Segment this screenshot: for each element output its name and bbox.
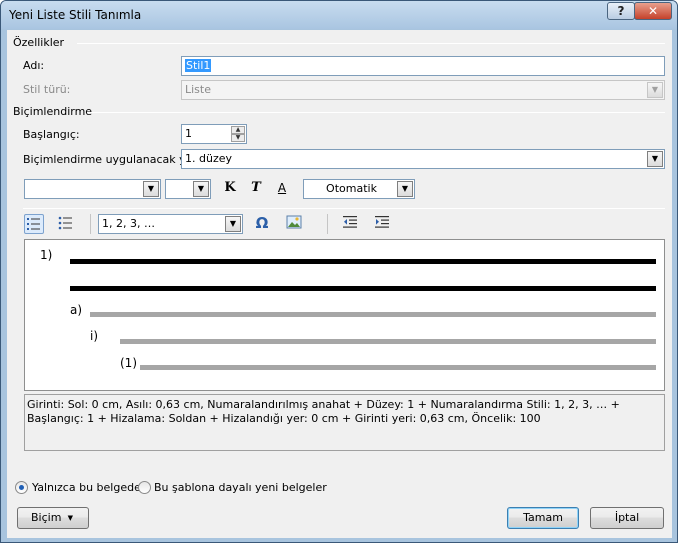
chevron-down-icon[interactable]: ▼	[397, 181, 413, 197]
properties-section-label: Özellikler	[13, 36, 65, 49]
dropdown-arrow-icon: ▼	[67, 514, 73, 522]
font-color-button[interactable]: A	[272, 179, 292, 199]
name-label: Adı:	[23, 59, 45, 72]
level-4-marker: (1)	[120, 356, 137, 370]
toolbar-divider	[23, 208, 665, 209]
chevron-down-icon[interactable]: ▼	[193, 181, 209, 197]
italic-button[interactable]: T	[246, 179, 266, 199]
bulleted-list-button[interactable]	[56, 214, 76, 234]
insert-symbol-button[interactable]: Ω	[252, 214, 272, 234]
start-value: 1	[185, 127, 192, 140]
level-1-text-line	[70, 259, 656, 264]
numbered-list-button[interactable]	[24, 214, 44, 234]
chevron-down-icon[interactable]: ▼	[225, 216, 241, 232]
style-type-value: Liste	[185, 83, 211, 96]
chevron-down-icon: ▼	[647, 82, 663, 98]
level-4-text-line	[140, 365, 656, 370]
increase-indent-button[interactable]	[372, 214, 392, 234]
apply-to-value: 1. düzey	[185, 152, 232, 165]
numbering-style-value: 1, 2, 3, …	[102, 217, 155, 230]
spin-up-icon[interactable]: ▲	[231, 126, 245, 134]
level-3-marker: i)	[90, 329, 99, 343]
dialog-title: Yeni Liste Stili Tanımla	[9, 8, 142, 22]
style-type-label: Stil türü:	[23, 83, 71, 96]
close-button[interactable]: ✕	[634, 2, 672, 20]
format-button[interactable]: Biçim ▼	[17, 507, 89, 529]
level-2-marker: a)	[70, 303, 83, 317]
insert-picture-button[interactable]	[284, 214, 304, 234]
level-1-marker: 1)	[40, 248, 53, 262]
this-document-radio[interactable]	[15, 481, 28, 494]
ok-button[interactable]: Tamam	[507, 507, 579, 529]
increase-indent-icon	[375, 216, 389, 228]
numbering-style-select[interactable]: 1, 2, 3, … ▼	[98, 214, 243, 234]
level-1-text-line	[70, 286, 656, 291]
numbered-list-icon	[27, 218, 40, 230]
decrease-indent-icon	[343, 216, 357, 228]
cancel-button[interactable]: İptal	[590, 507, 664, 529]
decrease-indent-button[interactable]	[340, 214, 360, 234]
title-bar[interactable]: Yeni Liste Stili Tanımla ? ✕	[1, 1, 677, 29]
spinner-buttons[interactable]: ▲ ▼	[231, 126, 245, 142]
properties-divider	[77, 43, 665, 44]
formatting-section-label: Biçimlendirme	[13, 105, 93, 118]
picture-icon	[286, 215, 302, 229]
list-preview: 1) a) i) (1)	[24, 239, 665, 391]
style-type-select: Liste ▼	[181, 80, 665, 100]
toolbar-separator	[90, 214, 91, 234]
font-size-select[interactable]: ▼	[165, 179, 211, 199]
template-label[interactable]: Bu şablona dayalı yeni belgeler	[154, 481, 327, 494]
toolbar-separator	[327, 214, 328, 234]
name-input[interactable]: Stil1	[181, 56, 665, 76]
this-document-label[interactable]: Yalnızca bu belgede	[32, 481, 141, 494]
chevron-down-icon[interactable]: ▼	[647, 151, 663, 167]
apply-to-label: Biçimlendirme uygulanacak yer:	[23, 153, 201, 166]
formatting-divider	[87, 112, 665, 113]
spin-down-icon[interactable]: ▼	[231, 134, 245, 142]
dialog-client: Özellikler Adı: Stil1 Stil türü: Liste ▼…	[7, 30, 672, 538]
bulleted-list-icon	[58, 216, 72, 230]
style-description: Girinti: Sol: 0 cm, Asılı: 0,63 cm, Numa…	[24, 394, 665, 451]
start-spinner[interactable]: 1 ▲ ▼	[181, 124, 247, 144]
font-name-select[interactable]: ▼	[24, 179, 161, 199]
level-2-text-line	[90, 312, 656, 317]
template-radio[interactable]	[138, 481, 151, 494]
bold-button[interactable]: K	[220, 179, 240, 199]
color-select[interactable]: Otomatik ▼	[303, 179, 415, 199]
chevron-down-icon[interactable]: ▼	[143, 181, 159, 197]
color-value: Otomatik	[326, 182, 377, 195]
start-label: Başlangıç:	[23, 128, 80, 141]
apply-to-select[interactable]: 1. düzey ▼	[181, 149, 665, 169]
name-input-value: Stil1	[185, 59, 212, 72]
help-button[interactable]: ?	[607, 2, 635, 20]
format-button-label: Biçim	[31, 511, 62, 524]
level-3-text-line	[120, 339, 656, 344]
dialog-window: Yeni Liste Stili Tanımla ? ✕ Özellikler …	[0, 0, 678, 543]
